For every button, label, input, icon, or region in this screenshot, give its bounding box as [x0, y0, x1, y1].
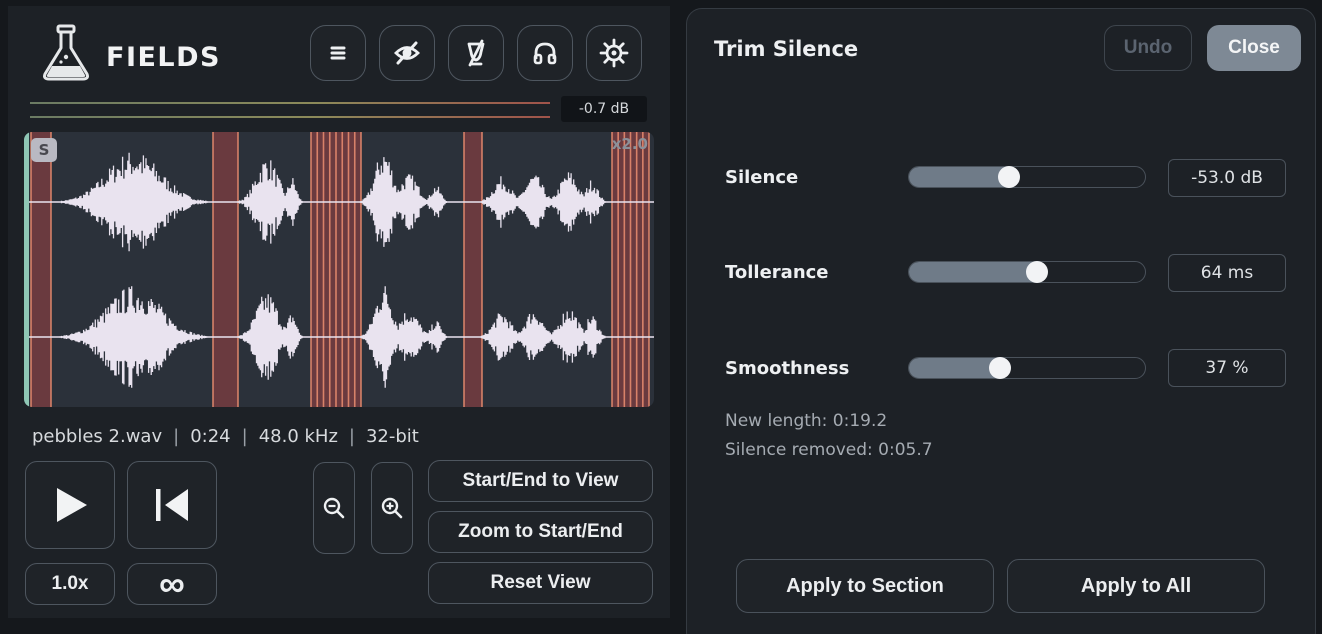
waveform-view[interactable]: S x2.0 — [24, 132, 654, 407]
speed-button[interactable]: 1.0x — [25, 563, 115, 605]
solo-badge[interactable]: S — [31, 138, 57, 162]
zoom-to-start-end-button[interactable]: Zoom to Start/End — [428, 511, 653, 553]
loop-button[interactable]: ∞ — [127, 563, 217, 605]
play-button[interactable] — [25, 461, 115, 549]
waveform-canvas[interactable] — [24, 132, 654, 407]
player-panel: FIELDS -0.7 dB S x2.0 pebbles 2.wav | 0:24… — [8, 6, 670, 618]
zoom-in-button[interactable] — [371, 462, 413, 554]
sample-rate: 48.0 kHz — [258, 426, 338, 447]
skip-to-start-icon — [156, 489, 188, 521]
start-end-to-view-button[interactable]: Start/End to View — [428, 460, 653, 502]
trim-silence-panel: Trim Silence Undo Close Silence -53.0 dB… — [686, 8, 1316, 634]
start-marker[interactable] — [24, 132, 29, 407]
eye-hidden-icon — [394, 41, 420, 65]
flask-logo-icon — [43, 24, 89, 81]
close-button[interactable]: Close — [1207, 25, 1301, 71]
menu-button[interactable] — [310, 25, 366, 81]
file-info: pebbles 2.wav | 0:24 | 48.0 kHz | 32-bit — [32, 426, 419, 447]
tolerance-slider[interactable] — [908, 261, 1146, 283]
apply-to-all-button[interactable]: Apply to All — [1007, 559, 1265, 613]
silence-slider-fill — [909, 167, 1009, 187]
menu-icon — [330, 46, 346, 60]
smoothness-label: Smoothness — [725, 358, 850, 379]
silence-region — [31, 132, 51, 407]
separator: | — [173, 426, 180, 447]
silence-region — [464, 132, 482, 407]
new-length-text: New length: 0:19.2 — [725, 411, 888, 431]
panel-title: Trim Silence — [714, 37, 859, 61]
meter-left-channel — [30, 102, 550, 104]
meter-right-channel — [30, 116, 550, 118]
separator: | — [348, 426, 355, 447]
tolerance-value-field[interactable]: 64 ms — [1168, 254, 1286, 292]
zoom-out-icon — [323, 497, 345, 519]
hide-button[interactable] — [379, 25, 435, 81]
smoothness-slider-fill — [909, 358, 1000, 378]
silence-region — [213, 132, 238, 407]
silence-slider[interactable] — [908, 166, 1146, 188]
rewind-to-start-button[interactable] — [127, 461, 217, 549]
smoothness-slider[interactable] — [908, 357, 1146, 379]
reset-view-button[interactable]: Reset View — [428, 562, 653, 604]
silence-removed-text: Silence removed: 0:05.7 — [725, 440, 933, 460]
separator: | — [241, 426, 248, 447]
file-name: pebbles 2.wav — [32, 426, 163, 447]
headphones-icon — [533, 42, 557, 65]
settings-button[interactable] — [586, 25, 642, 81]
play-icon — [57, 488, 87, 522]
silence-slider-thumb[interactable] — [997, 166, 1020, 188]
app-title: FIELDS — [106, 42, 221, 73]
no-filter-icon — [467, 39, 485, 67]
smoothness-slider-thumb[interactable] — [988, 357, 1011, 379]
monitor-button[interactable] — [517, 25, 573, 81]
peak-level-readout: -0.7 dB — [561, 96, 647, 122]
settings-gear-icon — [599, 38, 629, 68]
bit-depth: 32-bit — [365, 426, 419, 447]
smoothness-value-field[interactable]: 37 % — [1168, 349, 1286, 387]
tolerance-slider-fill — [909, 262, 1037, 282]
filter-off-button[interactable] — [448, 25, 504, 81]
zoom-out-button[interactable] — [313, 462, 355, 554]
file-duration: 0:24 — [190, 426, 231, 447]
tolerance-slider-thumb[interactable] — [1025, 261, 1048, 283]
zoom-in-icon — [381, 497, 403, 519]
silence-label: Silence — [725, 167, 799, 188]
silence-value-field[interactable]: -53.0 dB — [1168, 159, 1286, 197]
undo-button[interactable]: Undo — [1104, 25, 1192, 71]
level-meter — [30, 98, 550, 122]
zoom-level-label: x2.0 — [611, 135, 648, 153]
tolerance-label: Tollerance — [725, 262, 829, 283]
apply-to-section-button[interactable]: Apply to Section — [736, 559, 994, 613]
